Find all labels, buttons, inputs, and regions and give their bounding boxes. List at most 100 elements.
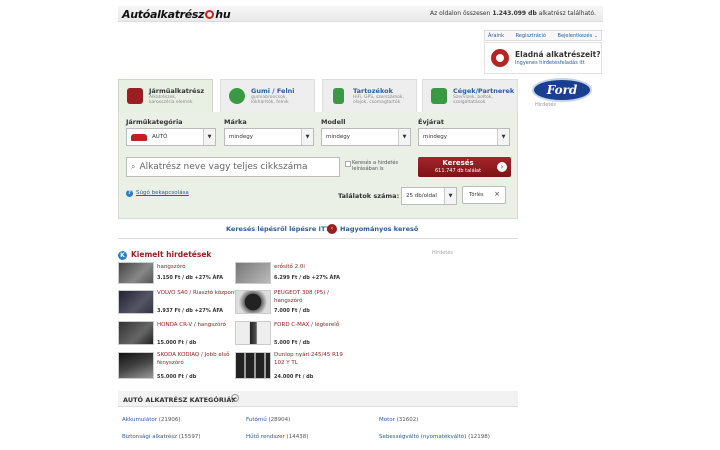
vehicle-category-label: Járműkategória [126, 118, 183, 126]
listing-name[interactable]: HONDA CR-V / hangszóró [157, 322, 237, 330]
listing-thumbnail [118, 321, 154, 345]
register-link[interactable]: Regisztráció [516, 33, 546, 39]
listing-price: 3.150 Ft / db +27% ÁFA [157, 275, 224, 281]
collapse-icon[interactable]: − [231, 394, 239, 402]
search-in-description-label: Keresés a hirdetés leírásában is [352, 160, 399, 172]
listing-price: 55.000 Ft / db [157, 374, 197, 380]
select-value: mindegy [229, 134, 253, 140]
results-per-page-select[interactable]: 25 db/oldal ▼ [401, 187, 457, 205]
listing-thumbnail [118, 262, 154, 284]
listing-thumbnail [118, 352, 154, 379]
tab-subtitle: HiFi, GPS, szerszámok, olajok, csomagtar… [353, 95, 404, 105]
chevron-down-icon: ▼ [203, 129, 215, 145]
sell-parts-box[interactable]: Eladná alkatrészeit? Ingyenes hirdetésfe… [484, 42, 602, 74]
chevron-right-icon: › [497, 162, 507, 172]
listing-price: 6.299 Ft / db +27% ÁFA [274, 275, 341, 281]
logo-text: Autóalkatrész [122, 8, 205, 21]
listing-name[interactable]: FORD C-MAX / légterelő [274, 322, 354, 330]
listing-item[interactable]: FORD C-MAX / légterelő 5.000 Ft / db [235, 321, 351, 351]
help-icon: ? [126, 190, 133, 197]
tab-tires-rims[interactable]: Gumi / Felni gumiabroncsok, lökhárítók, … [220, 79, 315, 113]
vehicle-category-select[interactable]: AUTÓ ▼ [126, 128, 216, 146]
categories-title: AUTÓ ALKATRÉSZ KATEGÓRIÁK [123, 396, 237, 404]
tab-title: Cégek/Partnerek [453, 87, 515, 95]
gear-icon [491, 49, 509, 67]
listing-item[interactable]: erősítő 2.0i 6.299 Ft / db +27% ÁFA [235, 261, 351, 291]
year-select[interactable]: mindegy ▼ [418, 128, 510, 146]
listing-thumbnail [235, 352, 271, 379]
listing-price: 24.000 Ft / db [274, 374, 314, 380]
listing-item[interactable]: Dunlop nyári 245/45 R19 102 Y TL 24.000 … [235, 352, 351, 382]
site-logo[interactable]: Autóalkatrész hu [122, 8, 231, 21]
search-result-count: 611.747 db találat [434, 168, 482, 174]
listing-item[interactable]: HONDA CR-V / hangszóró 15.000 Ft / db [118, 321, 234, 351]
listing-name[interactable]: SKODA KODIAQ / Jobb első fényszóró [157, 352, 237, 367]
model-select[interactable]: mindegy ▼ [321, 128, 411, 146]
chevron-down-icon: ▼ [497, 129, 509, 145]
select-value: 25 db/oldal [406, 193, 437, 199]
tab-vehicle-parts[interactable]: Járműalkatrész Alkatrészek, karosszéria … [118, 79, 213, 113]
select-value: mindegy [326, 134, 350, 140]
step-by-step-search-link[interactable]: Keresés lépésről lépésre ITT [226, 225, 330, 233]
listing-item[interactable]: PEUGEOT 308 (P5) / hangszóró 7.000 Ft / … [235, 290, 351, 320]
pricing-link[interactable]: Áraink [488, 33, 504, 39]
chevron-left-icon: ‹ [327, 224, 337, 234]
search-button-label: Keresés [442, 159, 474, 167]
listing-name[interactable]: hangszóró [157, 264, 237, 272]
ford-logo: Ford [532, 78, 592, 102]
listing-item[interactable]: VOLVO S40 / Riasztó központ 3.937 Ft / d… [118, 290, 237, 320]
search-mode-bar: Keresés lépésről lépésre ITT ‹ Hagyomány… [118, 219, 518, 239]
categories-header[interactable]: AUTÓ ALKATRÉSZ KATEGÓRIÁK − [118, 391, 518, 407]
category-link[interactable]: Motor (31602) [379, 417, 418, 423]
ford-ad[interactable]: Ford Hirdetés [527, 78, 602, 110]
tab-title: Járműalkatrész [149, 87, 205, 95]
listing-name[interactable]: erősítő 2.0i [274, 264, 354, 272]
oil-can-icon [333, 88, 344, 104]
listing-price: 3.937 Ft / db +27% ÁFA [157, 308, 224, 314]
listing-name[interactable]: PEUGEOT 308 (P5) / hangszóró [274, 290, 354, 305]
tab-companies[interactable]: Cégek/Partnerek Szervizek, boltok, szolg… [422, 79, 518, 113]
tab-accessories[interactable]: Tartozékok HiFi, GPS, szerszámok, olajok… [322, 79, 417, 113]
category-link[interactable]: Hűtő rendszer (14438) [246, 434, 308, 440]
listing-name[interactable]: VOLVO S40 / Riasztó központ [157, 290, 237, 298]
search-in-description-checkbox[interactable] [345, 161, 351, 167]
model-label: Modell [321, 118, 346, 126]
listing-item[interactable]: hangszóró 3.150 Ft / db +27% ÁFA [118, 261, 234, 291]
listing-item[interactable]: SKODA KODIAQ / Jobb első fényszóró 55.00… [118, 352, 234, 382]
select-value: mindegy [423, 134, 447, 140]
listing-name[interactable]: Dunlop nyári 245/45 R19 102 Y TL [274, 352, 354, 367]
ad-label: Hirdetés [432, 250, 454, 256]
brand-select[interactable]: mindegy ▼ [224, 128, 314, 146]
classic-search-link[interactable]: Hagyományos kereső [340, 225, 418, 233]
help-toggle[interactable]: ? Súgó bekapcsolása [126, 190, 189, 197]
chevron-down-icon: ⌄ [593, 32, 598, 39]
clear-label: Törlés [469, 192, 484, 198]
select-value: AUTÓ [152, 134, 168, 140]
tab-title: Tartozékok [353, 87, 393, 95]
listing-thumbnail [235, 262, 271, 284]
chevron-down-icon: ▼ [444, 188, 456, 204]
chevron-down-icon: ▼ [301, 129, 313, 145]
tools-icon [431, 88, 447, 104]
listing-price: 5.000 Ft / db [274, 340, 310, 346]
category-link[interactable]: Biztonsági alkatrész (15597) [122, 434, 201, 440]
category-link[interactable]: Futómű (28904) [246, 417, 290, 423]
search-button[interactable]: Keresés 611.747 db találat › [418, 157, 511, 177]
login-link[interactable]: Bejelentkezés ⌄ [558, 33, 598, 39]
year-label: Évjárat [418, 118, 444, 126]
tire-icon [229, 88, 245, 104]
category-link[interactable]: Akkumulátor (21906) [122, 417, 181, 423]
top-links: Áraink Regisztráció Bejelentkezés ⌄ [484, 30, 602, 41]
clear-button[interactable]: Törlés × [462, 186, 506, 204]
featured-title: Kiemelt hirdetések [131, 250, 212, 259]
car-icon [131, 133, 147, 141]
listing-price: 7.000 Ft / db [274, 308, 310, 314]
k-badge-icon: K [118, 251, 127, 260]
listing-thumbnail [118, 290, 154, 314]
brand-label: Márka [224, 118, 247, 126]
sell-subtitle-link[interactable]: Ingyenes hirdetésfeladás itt [515, 60, 585, 66]
results-per-page-label: Találatok száma: [338, 192, 400, 200]
search-input[interactable]: ⌕ Alkatrész neve vagy teljes cikkszáma [126, 157, 340, 177]
listing-price: 15.000 Ft / db [157, 340, 197, 346]
category-link[interactable]: Sebességváltó (nyomatékváltó) (12198) [379, 434, 490, 440]
